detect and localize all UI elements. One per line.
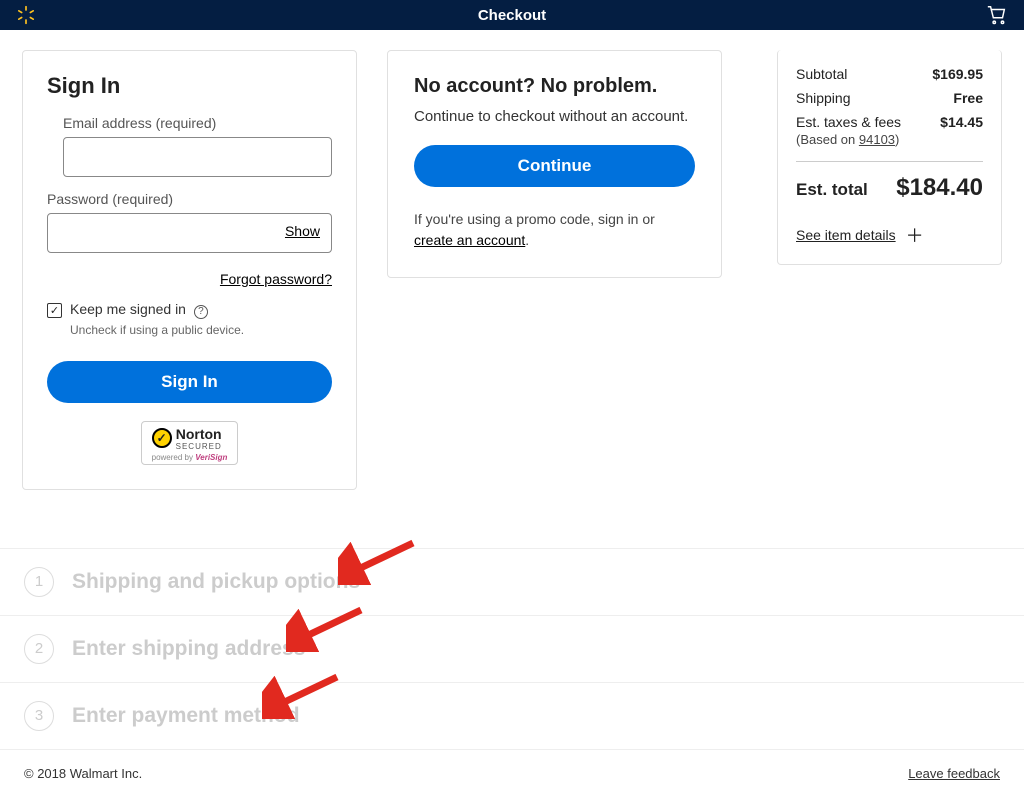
walmart-spark-icon [16, 5, 36, 25]
see-item-details-link[interactable]: See item details [796, 227, 896, 243]
password-label: Password (required) [47, 191, 332, 207]
keep-signed-in-sublabel: Uncheck if using a public device. [70, 323, 332, 337]
step-label: Enter shipping address [72, 637, 305, 661]
leave-feedback-link[interactable]: Leave feedback [908, 766, 1000, 781]
norton-badge: ✓ Norton SECURED powered by VeriSign [47, 421, 332, 465]
keep-signed-in-checkbox[interactable]: ✓ [47, 303, 62, 318]
tax-basedon: (Based on 94103) [796, 132, 983, 147]
step-shipping-address: 2 Enter shipping address [0, 615, 1024, 682]
signin-card: Sign In Email address (required) Passwor… [22, 50, 357, 490]
email-label: Email address (required) [47, 115, 332, 131]
subtotal-label: Subtotal [796, 66, 847, 82]
signin-title: Sign In [47, 73, 332, 99]
signin-button[interactable]: Sign In [47, 361, 332, 403]
forgot-password-link[interactable]: Forgot password? [220, 271, 332, 287]
plus-icon[interactable]: ＋ [906, 222, 924, 248]
guest-title: No account? No problem. [414, 75, 695, 98]
est-total-label: Est. total [796, 180, 868, 200]
order-summary-card: Subtotal $169.95 Shipping Free Est. taxe… [777, 50, 1002, 265]
est-total-value: $184.40 [896, 174, 983, 202]
keep-signed-in-label: Keep me signed in ? [70, 301, 208, 319]
step-number: 1 [24, 567, 54, 597]
header: Checkout [0, 0, 1024, 30]
step-number: 3 [24, 701, 54, 731]
step-label: Shipping and pickup options [72, 570, 360, 594]
continue-button[interactable]: Continue [414, 145, 695, 187]
guest-card: No account? No problem. Continue to chec… [387, 50, 722, 278]
step-payment-method: 3 Enter payment method [0, 682, 1024, 750]
promo-text: If you're using a promo code, sign in or… [414, 209, 695, 251]
shipping-value: Free [953, 90, 983, 106]
main-content: Sign In Email address (required) Passwor… [0, 30, 1024, 490]
page-title: Checkout [478, 7, 546, 24]
norton-check-icon: ✓ [152, 428, 172, 448]
tax-label: Est. taxes & fees [796, 114, 901, 130]
annotation-arrow-icon [286, 602, 366, 652]
email-field[interactable] [63, 137, 332, 177]
show-password-button[interactable]: Show [285, 223, 320, 239]
tax-value: $14.45 [940, 114, 983, 130]
copyright: © 2018 Walmart Inc. [24, 766, 142, 781]
footer: © 2018 Walmart Inc. Leave feedback [0, 750, 1024, 789]
help-icon[interactable]: ? [194, 305, 208, 319]
step-number: 2 [24, 634, 54, 664]
zip-link[interactable]: 94103 [859, 132, 895, 147]
guest-subtitle: Continue to checkout without an account. [414, 108, 695, 125]
step-shipping-options: 1 Shipping and pickup options [0, 548, 1024, 615]
checkout-steps: 1 Shipping and pickup options 2 Enter sh… [0, 548, 1024, 750]
subtotal-value: $169.95 [932, 66, 983, 82]
annotation-arrow-icon [338, 535, 418, 585]
cart-icon[interactable] [986, 4, 1008, 31]
create-account-link[interactable]: create an account [414, 232, 525, 248]
annotation-arrow-icon [262, 669, 342, 719]
shipping-label: Shipping [796, 90, 851, 106]
